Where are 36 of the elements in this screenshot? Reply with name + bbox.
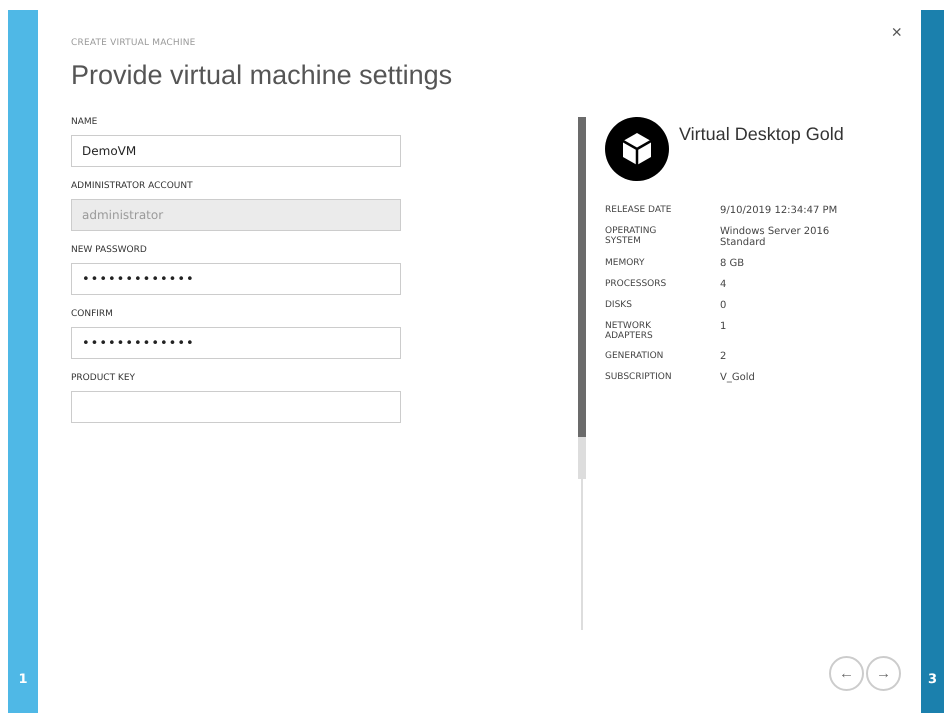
step-number: 1 — [18, 672, 28, 687]
step-bar[interactable]: 3 — [921, 10, 944, 713]
detail-label: PROCESSORS — [605, 279, 668, 290]
input-field[interactable] — [71, 391, 401, 423]
password-field[interactable]: ••••••••••••• — [71, 263, 401, 295]
wizard-subtitle: CREATE VIRTUAL MACHINE — [71, 38, 197, 48]
field-label: ADMINISTRATOR ACCOUNT — [71, 181, 194, 191]
template-title: Virtual Desktop Gold — [679, 124, 844, 145]
step-number: 3 — [928, 672, 938, 687]
back-button[interactable]: ← — [829, 656, 864, 691]
detail-label: NETWORK ADAPTERS — [605, 321, 654, 341]
detail-value: 4 — [720, 279, 728, 290]
next-button[interactable]: → — [866, 656, 901, 691]
detail-value: 8 GB — [720, 258, 746, 269]
password-field[interactable]: ••••••••••••• — [71, 327, 401, 359]
cube-icon — [605, 117, 669, 181]
field-label: CONFIRM — [71, 309, 114, 319]
close-button[interactable]: × — [887, 22, 906, 43]
detail-value: 2 — [720, 351, 728, 362]
detail-label: MEMORY — [605, 258, 646, 269]
detail-label: GENERATION — [605, 351, 664, 362]
detail-value: 0 — [720, 300, 728, 311]
field-label: NEW PASSWORD — [71, 245, 148, 255]
detail-label: OPERATING SYSTEM — [605, 226, 658, 248]
detail-label: RELEASE DATE — [605, 205, 672, 216]
detail-value: Windows Server 2016 Standard — [720, 226, 830, 248]
field-label: PRODUCT KEY — [71, 373, 136, 383]
field-label: NAME — [71, 117, 98, 127]
input-field[interactable]: DemoVM — [71, 135, 401, 167]
detail-label: DISKS — [605, 300, 633, 311]
detail-value: 9/10/2019 12:34:47 PM — [720, 205, 838, 216]
detail-value: V_Gold — [720, 372, 756, 383]
scrollbar[interactable] — [578, 117, 586, 630]
detail-value: 1 — [720, 321, 728, 334]
detail-label: SUBSCRIPTION — [605, 372, 673, 383]
wizard-title: Provide virtual machine settings — [71, 60, 454, 91]
